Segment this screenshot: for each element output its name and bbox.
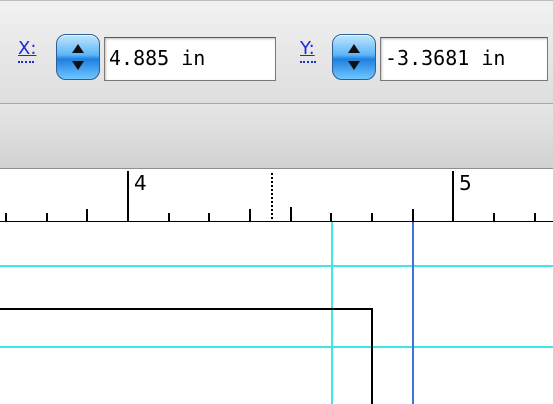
x-stepper-up-down-arrows-icon[interactable]: [56, 34, 100, 80]
y-stepper-down-icon[interactable]: [348, 61, 360, 70]
ruler-label-5: 5: [459, 171, 472, 195]
layout-canvas[interactable]: [0, 222, 553, 404]
y-stepper-up-down-arrows-icon[interactable]: [332, 34, 376, 80]
canvas-drawing: [0, 222, 553, 404]
y-field-label[interactable]: Y:: [300, 38, 316, 63]
object-frame: [0, 308, 373, 404]
y-label-dotted-underline: [300, 61, 316, 63]
ruler-label-4: 4: [134, 171, 147, 195]
x-stepper-up-icon[interactable]: [72, 44, 84, 53]
horizontal-ruler[interactable]: 4 5: [0, 169, 553, 222]
secondary-toolbar: [0, 103, 553, 169]
x-field-label[interactable]: X:: [18, 38, 37, 63]
x-stepper-down-icon[interactable]: [72, 61, 84, 70]
y-label-text: Y:: [300, 38, 315, 59]
y-stepper-up-icon[interactable]: [348, 44, 360, 53]
x-position-input[interactable]: 4.885 in: [104, 37, 276, 81]
x-label-text: X:: [18, 38, 37, 59]
layout-window: X: 4.885 in Y: -3.3681 in 4 5: [0, 0, 553, 404]
y-position-input[interactable]: -3.3681 in: [380, 37, 548, 81]
control-toolbar: X: 4.885 in Y: -3.3681 in: [0, 0, 553, 103]
x-label-dotted-underline: [18, 61, 34, 63]
